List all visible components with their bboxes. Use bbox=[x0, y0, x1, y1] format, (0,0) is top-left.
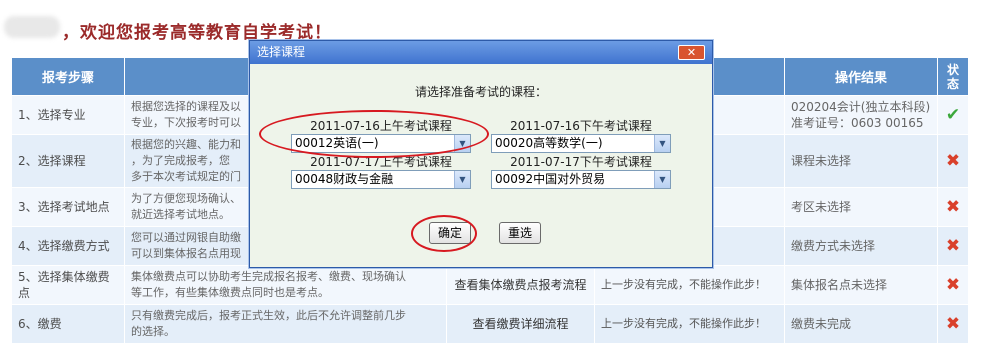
table-row: 6、缴费 只有缴费完成后，报考正式生效，此后不允许调整前几步 的选择。 查看缴费详细… bbox=[11, 304, 969, 344]
slot-0716-am: 2011-07-16上午考试课程 00012英语(一) ▼ bbox=[291, 118, 471, 153]
step-cell: 3、选择考试地点 bbox=[11, 187, 125, 227]
course-select-0716-am[interactable]: 00012英语(一) ▼ bbox=[291, 134, 471, 153]
reset-button[interactable]: 重选 bbox=[499, 222, 542, 244]
chevron-down-icon[interactable]: ▼ bbox=[454, 135, 470, 152]
condition-cell-text: 上一步没有完成，不能操作此步！ bbox=[601, 278, 766, 291]
description-cell-text: 为了方便您现场确认、 就近选择考试地点。 bbox=[131, 192, 241, 221]
slot-0716-pm: 2011-07-16下午考试课程 00020高等数学(一) ▼ bbox=[491, 118, 671, 153]
condition-cell: 上一步没有完成，不能操作此步！ bbox=[594, 304, 785, 344]
step-cell-text: 1、选择专业 bbox=[18, 108, 86, 122]
result-cell-text: 集体报名点未选择 bbox=[791, 278, 888, 292]
step-cell: 4、选择缴费方式 bbox=[11, 226, 125, 266]
selected-course: 00092中国对外贸易 bbox=[495, 172, 606, 186]
description-cell-text: 根据您选择的课程及以 专业，下次报考时可以 bbox=[131, 100, 241, 129]
step-cell-text: 6、缴费 bbox=[18, 317, 62, 331]
condition-cell-text: 上一步没有完成，不能操作此步！ bbox=[601, 317, 766, 330]
exam-registration-page: ，欢迎您报考高等教育自学考试！ 报考步骤 操作结果 状态 1、选择专业 根据您选择… bbox=[0, 0, 981, 359]
result-cell: 020204会计(独立本科段) 准考证号：0603 00165 bbox=[784, 95, 938, 135]
step-cell-text: 2、选择课程 bbox=[18, 154, 86, 168]
status-cell: ✖ bbox=[937, 265, 969, 305]
cross-icon: ✖ bbox=[945, 151, 961, 171]
selected-course: 00048财政与金融 bbox=[295, 172, 394, 186]
step-cell: 1、选择专业 bbox=[11, 95, 125, 135]
confirm-button[interactable]: 确定 bbox=[429, 222, 472, 244]
slot-0717-pm: 2011-07-17下午考试课程 00092中国对外贸易 ▼ bbox=[491, 154, 671, 189]
description-cell-text: 根据您的兴趣、能力和 ，为了完成报考，您 多于本次考试规定的门 bbox=[131, 138, 241, 183]
condition-cell: 上一步没有完成，不能操作此步！ bbox=[594, 265, 785, 305]
cross-icon: ✖ bbox=[945, 236, 961, 256]
course-select-0717-am[interactable]: 00048财政与金融 ▼ bbox=[291, 170, 471, 189]
result-cell: 缴费未完成 bbox=[784, 304, 938, 344]
result-cell: 考区未选择 bbox=[784, 187, 938, 227]
step-cell: 2、选择课程 bbox=[11, 134, 125, 188]
process-link[interactable]: 查看集体缴费点报考流程 bbox=[446, 265, 595, 305]
slot-label: 2011-07-16上午考试课程 bbox=[310, 119, 452, 133]
slot-label: 2011-07-16下午考试课程 bbox=[510, 119, 652, 133]
step-cell-text: 5、选择集体缴费点 bbox=[18, 270, 110, 300]
slot-0717-am: 2011-07-17上午考试课程 00048财政与金融 ▼ bbox=[291, 154, 471, 189]
slot-label: 2011-07-17上午考试课程 bbox=[310, 155, 452, 169]
status-cell: ✖ bbox=[937, 304, 969, 344]
select-course-dialog: 选择课程 ✕ 请选择准备考试的课程： 2011-07-16上午考试课程 0001… bbox=[249, 40, 713, 268]
selected-course: 00012英语(一) bbox=[295, 136, 379, 150]
result-cell: 集体报名点未选择 bbox=[784, 265, 938, 305]
close-icon[interactable]: ✕ bbox=[678, 45, 705, 60]
dialog-title: 选择课程 bbox=[250, 41, 712, 64]
result-cell: 课程未选择 bbox=[784, 134, 938, 188]
course-select-0716-pm[interactable]: 00020高等数学(一) ▼ bbox=[491, 134, 671, 153]
result-cell-text: 课程未选择 bbox=[791, 154, 852, 168]
step-cell-text: 3、选择考试地点 bbox=[18, 200, 110, 214]
status-cell: ✖ bbox=[937, 187, 969, 227]
blurred-username bbox=[4, 16, 60, 38]
description-cell-text: 您可以通过网银自助缴 可以到集体报名点用现 bbox=[131, 231, 241, 260]
cross-icon: ✖ bbox=[945, 197, 961, 217]
cross-icon: ✖ bbox=[945, 275, 961, 295]
cross-icon: ✖ bbox=[945, 314, 961, 334]
result-cell-text: 缴费方式未选择 bbox=[791, 239, 876, 253]
check-icon: ✔ bbox=[945, 105, 961, 125]
chevron-down-icon[interactable]: ▼ bbox=[454, 171, 470, 188]
step-cell-text: 4、选择缴费方式 bbox=[18, 239, 110, 253]
status-cell: ✖ bbox=[937, 134, 969, 188]
header-result: 操作结果 bbox=[784, 57, 938, 96]
step-cell: 5、选择集体缴费点 bbox=[11, 265, 125, 305]
selected-course: 00020高等数学(一) bbox=[495, 136, 603, 150]
process-link[interactable]: 查看缴费详细流程 bbox=[446, 304, 595, 344]
header-status: 状态 bbox=[937, 57, 969, 96]
status-cell: ✔ bbox=[937, 95, 969, 135]
process-link-text: 查看集体缴费点报考流程 bbox=[454, 278, 587, 292]
result-cell-text: 考区未选择 bbox=[791, 200, 852, 214]
step-cell: 6、缴费 bbox=[11, 304, 125, 344]
chevron-down-icon[interactable]: ▼ bbox=[654, 171, 670, 188]
description-cell: 集体缴费点可以协助考生完成报名报考、缴费、现场确认 等工作，有些集体缴费点同时也… bbox=[124, 265, 447, 305]
slot-label: 2011-07-17下午考试课程 bbox=[510, 155, 652, 169]
chevron-down-icon[interactable]: ▼ bbox=[654, 135, 670, 152]
table-row: 5、选择集体缴费点 集体缴费点可以协助考生完成报名报考、缴费、现场确认 等工作，有… bbox=[11, 265, 969, 305]
description-cell-text: 集体缴费点可以协助考生完成报名报考、缴费、现场确认 等工作，有些集体缴费点同时也… bbox=[131, 270, 406, 299]
description-cell: 只有缴费完成后，报考正式生效，此后不允许调整前几步 的选择。 bbox=[124, 304, 447, 344]
course-select-0717-pm[interactable]: 00092中国对外贸易 ▼ bbox=[491, 170, 671, 189]
status-cell: ✖ bbox=[937, 226, 969, 266]
result-cell: 缴费方式未选择 bbox=[784, 226, 938, 266]
header-step: 报考步骤 bbox=[11, 57, 125, 96]
result-cell-text: 020204会计(独立本科段) 准考证号：0603 00165 bbox=[791, 100, 931, 130]
process-link-text: 查看缴费详细流程 bbox=[472, 317, 569, 331]
dialog-prompt: 请选择准备考试的课程： bbox=[414, 85, 547, 99]
description-cell-text: 只有缴费完成后，报考正式生效，此后不允许调整前几步 的选择。 bbox=[131, 309, 406, 338]
result-cell-text: 缴费未完成 bbox=[791, 317, 852, 331]
